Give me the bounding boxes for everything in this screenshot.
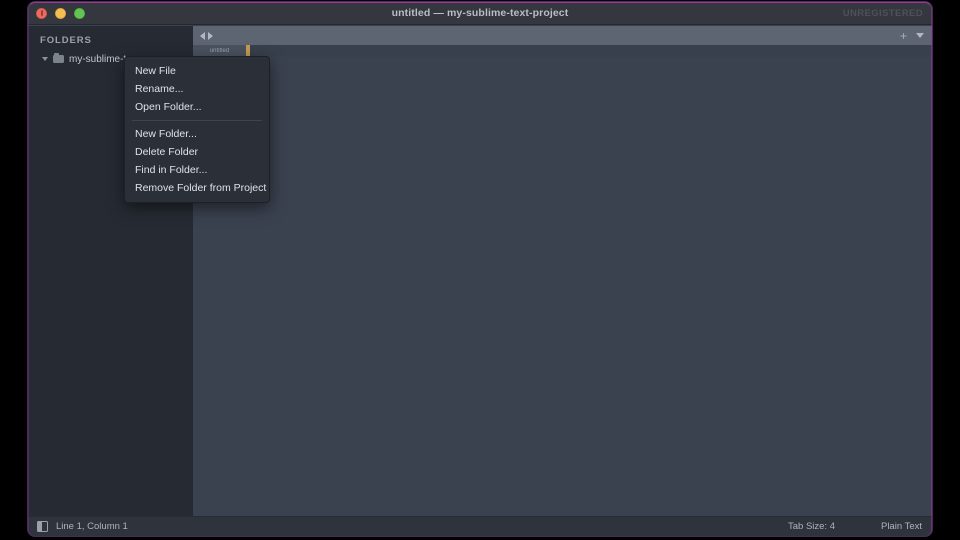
- folder-icon: [53, 53, 64, 63]
- license-badge: UNREGISTERED: [842, 7, 923, 19]
- tab-navigation: [193, 31, 213, 40]
- tab-label: untitled: [209, 48, 230, 54]
- tab-size-label[interactable]: Tab Size: 4: [788, 521, 835, 532]
- menu-item-new-file[interactable]: New File: [125, 62, 269, 80]
- title-bar: untitled — my-sublime-text-project UNREG…: [28, 2, 932, 25]
- syntax-label[interactable]: Plain Text: [881, 521, 922, 532]
- cursor-position-label: Line 1, Column 1: [56, 521, 128, 532]
- menu-item-new-folder[interactable]: New Folder...: [125, 125, 269, 143]
- menu-item-remove-folder-from-project[interactable]: Remove Folder from Project: [125, 179, 269, 197]
- arrow-right-icon[interactable]: [208, 31, 213, 40]
- tab-strip: untitled: [193, 45, 932, 57]
- chevron-down-icon[interactable]: [916, 33, 924, 38]
- arrow-left-icon[interactable]: [200, 31, 205, 40]
- triangle-down-icon[interactable]: [42, 57, 48, 61]
- status-bar-left: Line 1, Column 1: [28, 521, 128, 532]
- editor-canvas[interactable]: [193, 57, 932, 516]
- menu-item-delete-folder[interactable]: Delete Folder: [125, 143, 269, 161]
- editor-pane: + untitled: [193, 26, 932, 516]
- tab-bar-actions: +: [900, 30, 924, 42]
- tab-bar: +: [193, 26, 932, 45]
- window-title: untitled — my-sublime-text-project: [391, 7, 569, 19]
- folders-section-header: FOLDERS: [40, 35, 92, 46]
- application-window: untitled — my-sublime-text-project UNREG…: [28, 2, 932, 536]
- menu-item-open-folder[interactable]: Open Folder...: [125, 98, 269, 116]
- status-bar: Line 1, Column 1 Tab Size: 4 Plain Text: [28, 516, 932, 536]
- folder-context-menu: New File Rename... Open Folder... New Fo…: [124, 56, 270, 203]
- menu-separator: [132, 120, 262, 121]
- sidebar-panel-icon[interactable]: [37, 521, 48, 532]
- status-bar-right: Tab Size: 4 Plain Text: [788, 521, 922, 532]
- menu-item-find-in-folder[interactable]: Find in Folder...: [125, 161, 269, 179]
- plus-icon[interactable]: +: [900, 30, 907, 42]
- menu-item-rename[interactable]: Rename...: [125, 80, 269, 98]
- folder-label: my-sublime-t: [69, 53, 127, 65]
